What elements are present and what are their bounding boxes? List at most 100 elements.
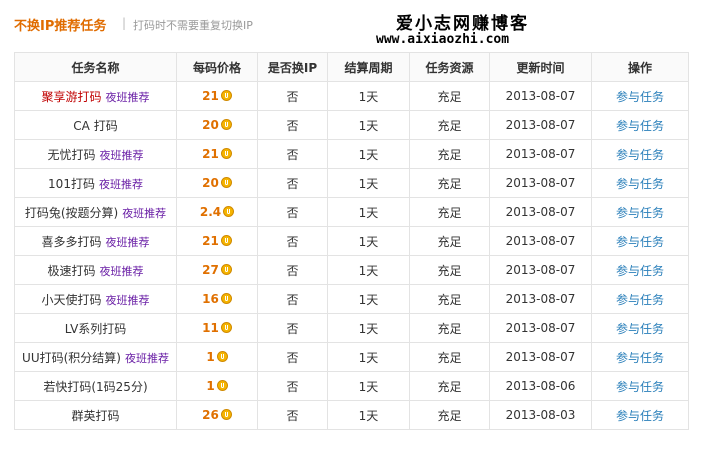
price-cell: 1 bbox=[176, 371, 258, 401]
change-ip-cell: 否 bbox=[257, 168, 328, 198]
task-name: CA 打码 bbox=[73, 118, 118, 133]
coin-icon bbox=[220, 177, 232, 188]
price-cell: 21 bbox=[176, 81, 258, 111]
page-header: 不换IP推荐任务 | 打码时不需要重复切换IP 爱小志网赚博客 www.aixi… bbox=[0, 0, 709, 47]
change-ip-cell: 否 bbox=[257, 313, 328, 343]
action-cell: 参与任务 bbox=[591, 400, 689, 430]
night-shift-badge: 夜班推荐 bbox=[105, 235, 150, 249]
price-cell: 20 bbox=[176, 168, 258, 198]
resource-cell: 充足 bbox=[409, 313, 490, 343]
action-cell: 参与任务 bbox=[591, 255, 689, 285]
table-row: UU打码(积分结算) 夜班推荐 1 否 1天 充足 2013-08-07 参与任务 bbox=[14, 342, 689, 372]
join-task-link[interactable]: 参与任务 bbox=[616, 351, 664, 365]
task-name: 小天使打码 bbox=[41, 292, 102, 307]
coin-icon bbox=[220, 293, 232, 304]
table-row: CA 打码 20 否 1天 充足 2013-08-07 参与任务 bbox=[14, 110, 689, 140]
price-value: 21 bbox=[202, 147, 219, 161]
price-cell: 27 bbox=[176, 255, 258, 285]
table-row: 无忧打码 夜班推荐 21 否 1天 充足 2013-08-07 参与任务 bbox=[14, 139, 689, 169]
table-row: 若快打码(1码25分) 1 否 1天 充足 2013-08-06 参与任务 bbox=[14, 371, 689, 401]
updated-cell: 2013-08-07 bbox=[489, 139, 592, 169]
page-title: 不换IP推荐任务 bbox=[14, 19, 107, 34]
change-ip-cell: 否 bbox=[257, 81, 328, 111]
join-task-link[interactable]: 参与任务 bbox=[616, 206, 664, 220]
action-cell: 参与任务 bbox=[591, 110, 689, 140]
night-shift-badge: 夜班推荐 bbox=[105, 293, 150, 307]
settlement-cycle-cell: 1天 bbox=[327, 313, 410, 343]
resource-cell: 充足 bbox=[409, 400, 490, 430]
join-task-link[interactable]: 参与任务 bbox=[616, 235, 664, 249]
price-value: 27 bbox=[202, 263, 219, 277]
task-name: 若快打码(1码25分) bbox=[43, 379, 148, 394]
settlement-cycle-cell: 1天 bbox=[327, 226, 410, 256]
join-task-link[interactable]: 参与任务 bbox=[616, 409, 664, 423]
resource-cell: 充足 bbox=[409, 226, 490, 256]
table-row: LV系列打码 11 否 1天 充足 2013-08-07 参与任务 bbox=[14, 313, 689, 343]
join-task-link[interactable]: 参与任务 bbox=[616, 380, 664, 394]
price-cell: 26 bbox=[176, 400, 258, 430]
settlement-cycle-cell: 1天 bbox=[327, 139, 410, 169]
action-cell: 参与任务 bbox=[591, 313, 689, 343]
price-value: 1 bbox=[206, 350, 215, 364]
join-task-link[interactable]: 参与任务 bbox=[616, 322, 664, 336]
coin-icon bbox=[216, 380, 228, 391]
price-value: 2.4 bbox=[199, 205, 222, 219]
task-table: 任务名称 每码价格 是否换IP 结算周期 任务资源 更新时间 操作 聚享游打码夜… bbox=[14, 52, 689, 430]
join-task-link[interactable]: 参与任务 bbox=[616, 148, 664, 162]
coin-icon bbox=[220, 322, 232, 333]
change-ip-cell: 否 bbox=[257, 284, 328, 314]
task-name: UU打码(积分结算) bbox=[22, 350, 121, 365]
updated-cell: 2013-08-07 bbox=[489, 226, 592, 256]
price-cell: 16 bbox=[176, 284, 258, 314]
change-ip-cell: 否 bbox=[257, 226, 328, 256]
resource-cell: 充足 bbox=[409, 284, 490, 314]
price-value: 1 bbox=[206, 379, 215, 393]
join-task-link[interactable]: 参与任务 bbox=[616, 90, 664, 104]
task-name-cell: LV系列打码 bbox=[14, 313, 177, 343]
updated-cell: 2013-08-07 bbox=[489, 168, 592, 198]
action-cell: 参与任务 bbox=[591, 371, 689, 401]
task-name-cell: 群英打码 bbox=[14, 400, 177, 430]
task-rows: 聚享游打码 夜班推荐 21 否 1天 充足 2013-08-07 参与任务 CA 打码 20 否 1天… bbox=[14, 81, 689, 430]
column-header-name: 任务名称 bbox=[14, 52, 177, 82]
change-ip-cell: 否 bbox=[257, 139, 328, 169]
price-value: 11 bbox=[202, 321, 219, 335]
join-task-link[interactable]: 参与任务 bbox=[616, 177, 664, 191]
join-task-link[interactable]: 参与任务 bbox=[616, 119, 664, 133]
resource-cell: 充足 bbox=[409, 342, 490, 372]
action-cell: 参与任务 bbox=[591, 197, 689, 227]
table-row: 101打码 夜班推荐 20 否 1天 充足 2013-08-07 参与任务 bbox=[14, 168, 689, 198]
coin-icon bbox=[220, 90, 232, 101]
column-header-action: 操作 bbox=[591, 52, 689, 82]
updated-cell: 2013-08-07 bbox=[489, 81, 592, 111]
price-cell: 21 bbox=[176, 226, 258, 256]
table-row: 小天使打码 夜班推荐 16 否 1天 充足 2013-08-07 参与任务 bbox=[14, 284, 689, 314]
table-row: 群英打码 26 否 1天 充足 2013-08-03 参与任务 bbox=[14, 400, 689, 430]
task-name-cell: 若快打码(1码25分) bbox=[14, 371, 177, 401]
task-name-cell: 聚享游打码 夜班推荐 bbox=[14, 81, 177, 111]
price-value: 20 bbox=[202, 176, 219, 190]
join-task-link[interactable]: 参与任务 bbox=[616, 264, 664, 278]
change-ip-cell: 否 bbox=[257, 255, 328, 285]
action-cell: 参与任务 bbox=[591, 139, 689, 169]
task-name: 群英打码 bbox=[71, 408, 120, 423]
table-row: 喜多多打码 夜班推荐 21 否 1天 充足 2013-08-07 参与任务 bbox=[14, 226, 689, 256]
change-ip-cell: 否 bbox=[257, 342, 328, 372]
task-name-cell: 无忧打码 夜班推荐 bbox=[14, 139, 177, 169]
price-value: 21 bbox=[202, 234, 219, 248]
task-name: 喜多多打码 bbox=[41, 234, 102, 249]
task-name-cell: 极速打码 夜班推荐 bbox=[14, 255, 177, 285]
coin-icon bbox=[216, 351, 228, 362]
settlement-cycle-cell: 1天 bbox=[327, 255, 410, 285]
column-header-change-ip: 是否换IP bbox=[257, 52, 328, 82]
title-separator: | bbox=[122, 16, 127, 30]
night-shift-badge: 夜班推荐 bbox=[124, 351, 169, 365]
change-ip-cell: 否 bbox=[257, 400, 328, 430]
task-name: 无忧打码 bbox=[47, 147, 96, 162]
table-header-row: 任务名称 每码价格 是否换IP 结算周期 任务资源 更新时间 操作 bbox=[14, 52, 689, 82]
column-header-price: 每码价格 bbox=[176, 52, 258, 82]
price-cell: 21 bbox=[176, 139, 258, 169]
join-task-link[interactable]: 参与任务 bbox=[616, 293, 664, 307]
price-cell: 20 bbox=[176, 110, 258, 140]
resource-cell: 充足 bbox=[409, 255, 490, 285]
